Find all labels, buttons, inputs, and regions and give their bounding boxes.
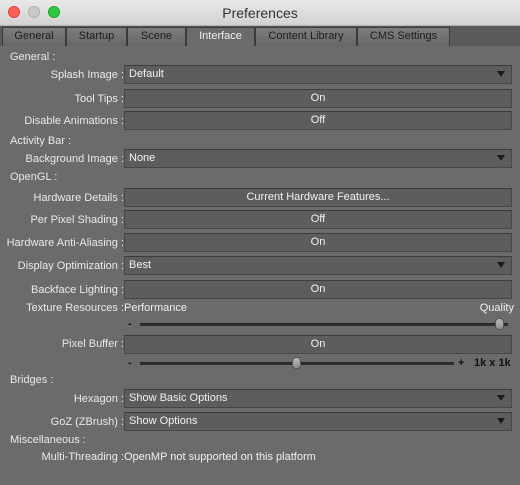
hardware-details-label: Hardware Details : — [33, 192, 124, 204]
texture-resources-slider[interactable] — [140, 323, 508, 326]
display-optimization-value: Best — [129, 259, 152, 271]
section-bridges: Bridges : — [10, 374, 54, 386]
disable-animations-label: Disable Animations : — [24, 115, 124, 127]
section-general: General : — [10, 51, 56, 63]
hexagon-dropdown[interactable]: Show Basic Options — [124, 389, 512, 408]
pixel-buffer-label: Pixel Buffer : — [61, 338, 124, 350]
backface-lighting-label: Backface Lighting : — [31, 284, 124, 296]
per-pixel-shading-label: Per Pixel Shading : — [30, 214, 124, 226]
tool-tips-toggle[interactable]: On — [124, 89, 512, 108]
tab-scene[interactable]: Scene — [127, 27, 186, 46]
section-opengl: OpenGL : — [10, 171, 58, 183]
section-miscellaneous: Miscellaneous : — [10, 434, 86, 446]
pixel-buffer-slider-handle[interactable] — [292, 357, 301, 369]
hexagon-value: Show Basic Options — [129, 392, 228, 404]
goz-dropdown[interactable]: Show Options — [124, 412, 512, 431]
texture-quality-label: Quality — [479, 302, 514, 314]
texture-resources-slider-handle[interactable] — [495, 318, 504, 330]
section-activity-bar: Activity Bar : — [10, 135, 72, 147]
splash-image-dropdown[interactable]: Default — [124, 65, 512, 84]
hardware-features-button[interactable]: Current Hardware Features... — [124, 188, 512, 207]
display-optimization-dropdown[interactable]: Best — [124, 256, 512, 275]
backface-lighting-toggle[interactable]: On — [124, 280, 512, 299]
texture-resources-label: Texture Resources : — [26, 302, 124, 314]
pixel-buffer-toggle[interactable]: On — [124, 335, 512, 354]
splash-image-value: Default — [129, 68, 164, 80]
goz-value: Show Options — [129, 415, 198, 427]
hexagon-label: Hexagon : — [73, 393, 124, 405]
window-title: Preferences — [222, 5, 298, 21]
title-bar: Preferences — [0, 0, 520, 26]
chevron-down-icon — [497, 395, 505, 401]
tab-content-library[interactable]: Content Library — [255, 27, 357, 46]
splash-image-label: Splash Image : — [50, 69, 124, 81]
display-optimization-label: Display Optimization : — [17, 260, 124, 272]
pixel-buffer-size: 1k x 1k — [474, 357, 511, 369]
tool-tips-label: Tool Tips : — [74, 93, 124, 105]
hardware-aa-label: Hardware Anti-Aliasing : — [6, 237, 124, 249]
texture-minus-icon: - — [128, 318, 132, 330]
hardware-aa-toggle[interactable]: On — [124, 233, 512, 252]
per-pixel-shading-toggle[interactable]: Off — [124, 210, 512, 229]
background-image-label: Background Image : — [25, 153, 124, 165]
chevron-down-icon — [497, 155, 505, 161]
disable-animations-toggle[interactable]: Off — [124, 111, 512, 130]
interface-panel: General : Splash Image : Default Tool Ti… — [0, 46, 520, 485]
goz-label: GoZ (ZBrush) : — [50, 416, 124, 428]
tab-bar: General Startup Scene Interface Content … — [0, 26, 520, 47]
pixel-buffer-plus-icon: + — [458, 357, 465, 369]
chevron-down-icon — [497, 418, 505, 424]
multi-threading-value: OpenMP not supported on this platform — [124, 451, 316, 463]
background-image-value: None — [129, 152, 156, 164]
texture-performance-label: Performance — [124, 302, 187, 314]
tab-interface[interactable]: Interface — [186, 27, 255, 47]
chevron-down-icon — [497, 71, 505, 77]
chevron-down-icon — [497, 262, 505, 268]
tab-general[interactable]: General — [2, 27, 66, 46]
tab-startup[interactable]: Startup — [66, 27, 127, 46]
multi-threading-label: Multi-Threading : — [41, 451, 124, 463]
background-image-dropdown[interactable]: None — [124, 149, 512, 168]
pixel-buffer-minus-icon: - — [128, 357, 132, 369]
tab-cms-settings[interactable]: CMS Settings — [357, 27, 450, 46]
